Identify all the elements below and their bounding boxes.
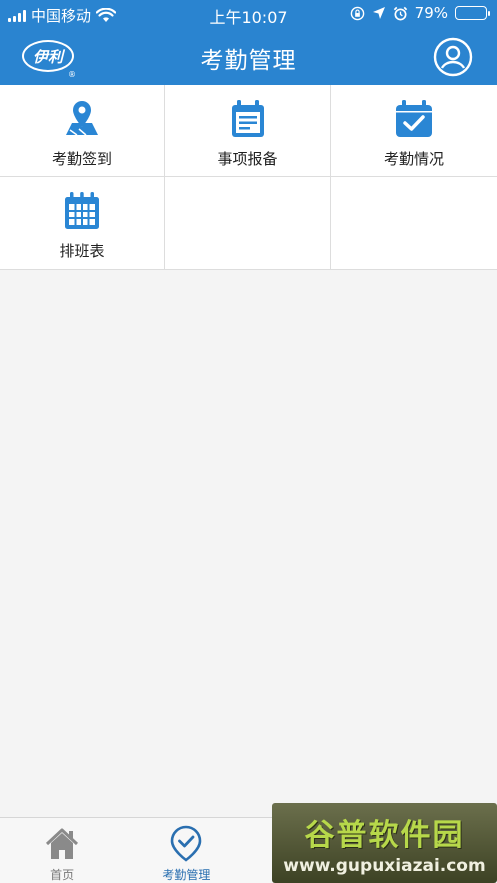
grid-item-label: 考勤签到 — [51, 150, 112, 168]
grid-item-label: 排班表 — [59, 242, 105, 260]
tab-label: 考勤管理 — [162, 868, 211, 882]
grid-item-attendance-status[interactable]: 考勤情况 — [331, 85, 497, 177]
status-bar: 中国移动 上午10:07 79% — [0, 0, 497, 28]
check-pin-icon — [171, 825, 202, 862]
rotation-lock-icon — [350, 6, 364, 20]
calendar-check-icon — [396, 100, 432, 137]
alarm-icon — [393, 6, 407, 20]
tab-label: 首页 — [50, 868, 75, 882]
grid-item-label: 事项报备 — [217, 150, 278, 168]
watermark-title: 谷普软件园 — [304, 818, 465, 853]
page-title: 考勤管理 — [200, 48, 297, 74]
home-icon — [46, 828, 79, 859]
grid-item-attendance-checkin[interactable]: 考勤签到 — [0, 85, 165, 177]
tab-home[interactable]: 首页 — [0, 818, 124, 883]
user-icon — [433, 37, 473, 77]
site-watermark: 谷普软件园 www.gupuxiazai.com — [272, 803, 497, 883]
user-profile-button[interactable] — [433, 37, 473, 77]
battery-percent: 79% — [414, 4, 448, 22]
grid-item-empty — [331, 177, 497, 269]
grid-item-label: 考勤情况 — [383, 150, 444, 168]
battery-icon — [455, 6, 490, 20]
function-grid: 考勤签到 事项报备 考勤情况 排班表 — [0, 85, 497, 270]
location-icon — [372, 7, 385, 19]
map-pin-icon — [66, 101, 98, 136]
grid-item-matter-report[interactable]: 事项报备 — [165, 85, 331, 177]
grid-item-empty — [165, 177, 331, 269]
watermark-url: www.gupuxiazai.com — [283, 856, 486, 876]
tab-attendance-management[interactable]: 考勤管理 — [124, 818, 248, 883]
app-header: 伊利 ® 考勤管理 — [0, 28, 497, 85]
grid-item-schedule[interactable]: 排班表 — [0, 177, 165, 269]
status-right: 79% — [350, 4, 490, 22]
calendar-grid-icon — [65, 192, 99, 229]
calendar-note-icon — [231, 100, 264, 137]
